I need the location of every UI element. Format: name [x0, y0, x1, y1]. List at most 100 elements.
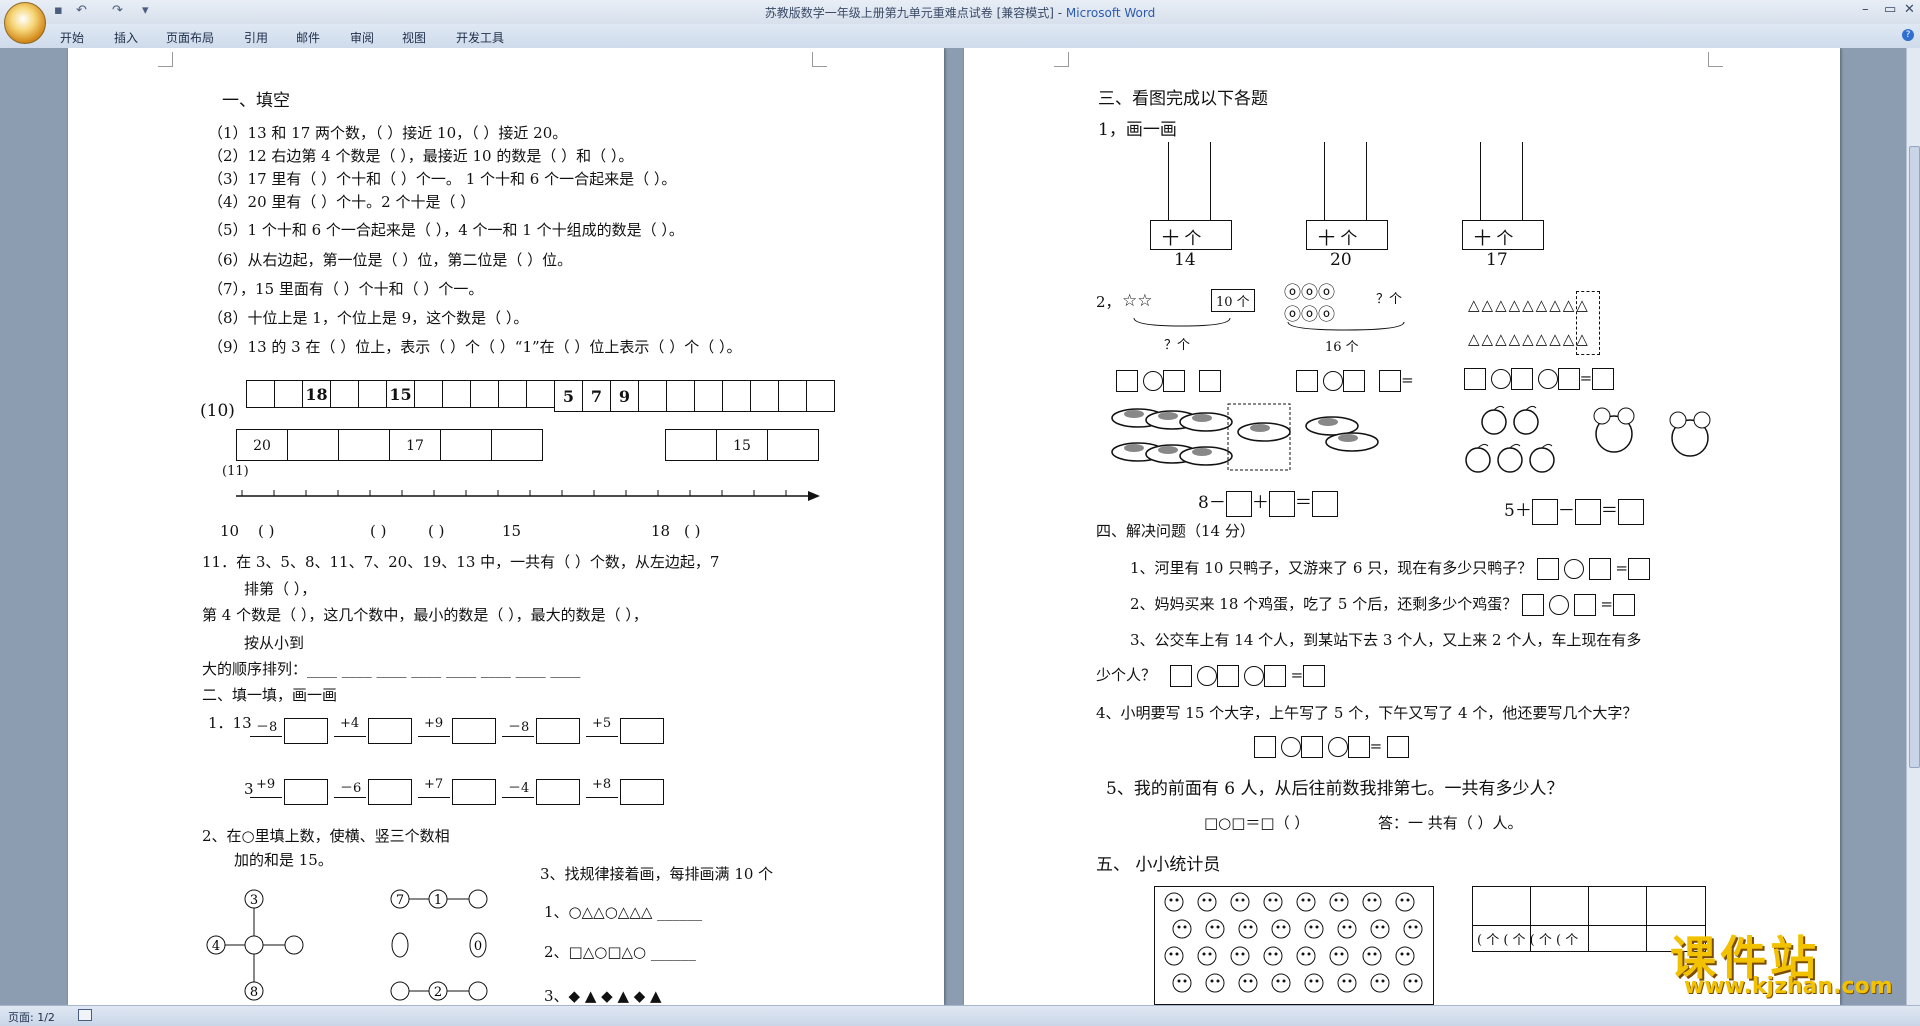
operation-label: +7: [424, 777, 444, 792]
car-window-icon: [1192, 414, 1212, 422]
sequence-cell[interactable]: 5: [554, 380, 583, 412]
vertical-scrollbar[interactable]: [1906, 48, 1920, 1005]
sequence-cell[interactable]: [666, 380, 695, 412]
sequence-cell[interactable]: 15: [386, 380, 415, 408]
sequence-cell[interactable]: [330, 380, 359, 408]
sequence-cell[interactable]: [806, 380, 835, 412]
sequence-cell[interactable]: [498, 380, 527, 408]
page-1[interactable]: 一、填空 （1）13 和 17 两个数，（ ）接近 10，（ ）接近 20。 （…: [68, 48, 944, 1005]
answer-box[interactable]: [368, 718, 412, 744]
operation-arrow: [250, 797, 282, 798]
answer-box[interactable]: [536, 718, 580, 744]
animal-icon: [1337, 973, 1357, 993]
minimize-button[interactable]: –: [1862, 2, 1869, 17]
document-workspace[interactable]: 一、填空 （1）13 和 17 两个数，（ ）接近 10，（ ）接近 20。 （…: [0, 48, 1906, 1005]
sequence-cell[interactable]: [287, 429, 339, 461]
animal-eye-icon: [1309, 925, 1313, 929]
peaches-mouse-picture: [1465, 405, 1711, 473]
page-indicator[interactable]: 页面: 1/2: [8, 1009, 55, 1025]
answer-box[interactable]: [284, 718, 328, 744]
node-value: 7: [396, 893, 404, 908]
word-problem-3-line-2: 少个人？ =: [1096, 664, 1326, 687]
tab-insert[interactable]: 插入: [114, 29, 138, 46]
tab-home[interactable]: 开始: [60, 29, 84, 46]
word-problem-2: 2、妈妈买来 18 个鸡蛋，吃了 5 个后，还剩多少个鸡蛋？ =: [1130, 593, 1635, 616]
animal-eye-icon: [1348, 925, 1352, 929]
answer-box[interactable]: [620, 779, 664, 805]
title-bar: ▪ ↶ ↷ ▾ 苏教版数学一年级上册第九单元重难点试卷 [兼容模式] - Mic…: [0, 0, 1920, 44]
tab-mailings[interactable]: 邮件: [296, 29, 320, 46]
sequence-cell[interactable]: [470, 380, 499, 408]
tab-view[interactable]: 视图: [402, 29, 426, 46]
operation-arrow: [334, 736, 366, 737]
question-4: （4）20 里有（ ）个十。2 个十是（ ）: [208, 193, 476, 211]
sequence-cell[interactable]: [338, 429, 390, 461]
sequence-cell[interactable]: 18: [302, 380, 331, 408]
close-button[interactable]: ✕: [1904, 2, 1915, 17]
cars-picture: [1111, 403, 1379, 471]
sequence-cell[interactable]: [767, 429, 819, 461]
ten-count-box: 10 个: [1211, 289, 1255, 312]
animal-count-picture: [1154, 886, 1434, 1005]
sequence-cell[interactable]: [491, 429, 543, 461]
animal-eye-icon: [1183, 925, 1187, 929]
tab-developer[interactable]: 开发工具: [456, 29, 504, 46]
tab-references[interactable]: 引用: [244, 29, 268, 46]
sequence-cell[interactable]: [638, 380, 667, 412]
help-icon[interactable]: ?: [1902, 29, 1914, 41]
question-5: （5）1 个十和 6 个一合起来是（ ），4 个一和 1 个十组成的数是（ ）。: [208, 221, 684, 239]
sequence-cell[interactable]: [440, 429, 492, 461]
abacus-number: 14: [1174, 250, 1196, 270]
sequence-cell[interactable]: 20: [236, 429, 288, 461]
sequence-cell[interactable]: [442, 380, 471, 408]
animal-icon: [1263, 892, 1283, 912]
sequence-cell[interactable]: [722, 380, 751, 412]
animal-eye-icon: [1315, 979, 1319, 983]
node-value: 8: [250, 985, 258, 1000]
sequence-cell[interactable]: 7: [582, 380, 611, 412]
answer-box[interactable]: [284, 779, 328, 805]
office-button[interactable]: [4, 2, 46, 44]
page-2[interactable]: 三、看图完成以下各题 1，画一画 十 个 14 十 个 20 十 个 17 2， ☆☆ 1…: [964, 48, 1840, 1005]
animal-icon: [1395, 892, 1415, 912]
animal-icon: [1362, 892, 1382, 912]
sequence-cell[interactable]: [414, 380, 443, 408]
operation-label: －4: [508, 781, 530, 796]
proofing-icon[interactable]: [78, 1009, 92, 1021]
sequence-cell[interactable]: 17: [389, 429, 441, 461]
triangles-row-1: △△△△△△△△△: [1468, 296, 1590, 314]
word-problem-3-line-1: 3、公交车上有 14 个人，到某站下去 3 个人，又上来 2 个人，车上现在有多: [1130, 631, 1642, 649]
sequence-cell[interactable]: [526, 380, 555, 408]
animal-eye-icon: [1216, 979, 1220, 983]
animal-icon: [1271, 973, 1291, 993]
animal-icon: [1370, 973, 1390, 993]
animal-icon: [1329, 892, 1349, 912]
animal-eye-icon: [1301, 898, 1305, 902]
answer-box[interactable]: [452, 718, 496, 744]
answer-box[interactable]: [368, 779, 412, 805]
answer-box[interactable]: [536, 779, 580, 805]
sequence-cell[interactable]: [665, 429, 717, 461]
animal-eye-icon: [1315, 925, 1319, 929]
sequence-cell[interactable]: [750, 380, 779, 412]
maximize-button[interactable]: ▭: [1884, 2, 1896, 17]
sequence-cell[interactable]: [274, 380, 303, 408]
sequence-cell[interactable]: 9: [610, 380, 639, 412]
answer-box[interactable]: [620, 718, 664, 744]
tab-review[interactable]: 审阅: [350, 29, 374, 46]
answer-box[interactable]: [452, 779, 496, 805]
pattern-row-2: 2、□△○□△○ ______: [544, 943, 696, 961]
tab-page-layout[interactable]: 页面布局: [166, 29, 214, 46]
sequence-cell[interactable]: [246, 380, 275, 408]
sequence-cell[interactable]: [358, 380, 387, 408]
word-problem-4: 4、小明要写 15 个大字，上午写了 5 个，下午又写了 4 个，他还要写几个大…: [1096, 704, 1638, 722]
app-name: Microsoft Word: [1065, 6, 1156, 20]
sequence-cell[interactable]: [694, 380, 723, 412]
scrollbar-thumb[interactable]: [1909, 146, 1920, 768]
animal-eye-icon: [1268, 898, 1272, 902]
question-10-label: (10): [200, 401, 235, 421]
number-line-blank: ( ): [684, 522, 701, 540]
sequence-cell[interactable]: 15: [716, 429, 768, 461]
ribbon-tabs: 开始 插入 页面布局 引用 邮件 审阅 视图 开发工具 ?: [0, 24, 1920, 49]
sequence-cell[interactable]: [778, 380, 807, 412]
